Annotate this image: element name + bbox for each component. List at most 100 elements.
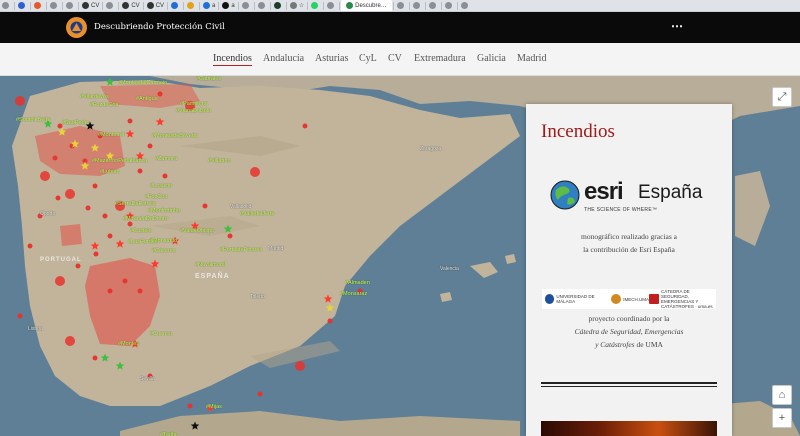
fire-label[interactable]: #FozdeCoa [90, 102, 118, 108]
fire-point[interactable] [302, 123, 308, 129]
browser-tab[interactable] [16, 0, 29, 11]
fire-point[interactable] [55, 276, 65, 286]
fire-point[interactable] [157, 91, 163, 97]
fire-point[interactable] [107, 233, 113, 239]
fire-point[interactable] [15, 96, 25, 106]
fire-point[interactable] [40, 171, 50, 181]
fire-point[interactable] [92, 183, 98, 189]
fire-label[interactable]: #Castelo [130, 228, 152, 234]
fire-label[interactable]: #Monfortinho [148, 208, 180, 214]
nav-item-cv[interactable]: CV [388, 53, 402, 64]
fire-point[interactable] [147, 143, 153, 149]
browser-tab[interactable] [459, 0, 472, 11]
fire-label[interactable]: #FozCoa [145, 194, 167, 200]
fire-label[interactable]: #ValdeObispo [180, 228, 214, 234]
fire-point[interactable] [52, 155, 58, 161]
browser-tab[interactable] [272, 0, 285, 11]
fire-label[interactable]: #PortaldePinares [220, 247, 262, 253]
fire-star-marker[interactable] [325, 303, 335, 312]
fire-star-marker[interactable] [115, 361, 125, 370]
fire-label[interactable]: #Pamplona [180, 101, 208, 107]
fire-label[interactable]: #LasHurdes [128, 239, 158, 245]
nav-item-cyl[interactable]: CyL [359, 53, 377, 64]
nav-item-galicia[interactable]: Galicia [477, 53, 506, 64]
fire-label[interactable]: #Tarifa [160, 432, 177, 436]
fire-label[interactable]: #Mijas [206, 404, 222, 410]
browser-tab[interactable] [443, 0, 456, 11]
fire-label[interactable]: #Soutolt.Beira [16, 117, 51, 123]
more-menu-icon[interactable]: ⋯ [671, 19, 683, 33]
browser-tab[interactable]: CV [80, 0, 101, 11]
fire-star-marker[interactable] [105, 77, 115, 86]
nav-item-madrid[interactable]: Madrid [517, 53, 546, 64]
fire-star-marker[interactable] [80, 161, 90, 170]
fire-label[interactable]: #Zamora [155, 156, 177, 162]
proteccion-civil-logo-icon[interactable] [66, 17, 87, 38]
fire-label[interactable]: #Almaden [345, 280, 370, 286]
browser-tab[interactable] [48, 0, 61, 11]
fire-label[interactable]: #Antigua [136, 96, 158, 102]
fire-label[interactable]: #Cuenca [150, 331, 172, 337]
fire-point[interactable] [202, 203, 208, 209]
fire-point[interactable] [227, 233, 233, 239]
fire-point[interactable] [257, 391, 263, 397]
fire-point[interactable] [92, 355, 98, 361]
fire-star-marker[interactable] [190, 421, 200, 430]
fire-label[interactable]: #Monterrei [98, 132, 124, 138]
browser-tab[interactable] [427, 0, 440, 11]
fire-point[interactable] [75, 263, 81, 269]
browser-tab[interactable]: CV [120, 0, 141, 11]
fire-point[interactable] [107, 288, 113, 294]
nav-item-andalucia[interactable]: Andalucía [263, 53, 304, 64]
fire-point[interactable] [137, 168, 143, 174]
browser-tab[interactable] [256, 0, 269, 11]
expand-map-icon[interactable]: ⤢ [772, 87, 792, 107]
fire-point[interactable] [127, 221, 133, 227]
fire-point[interactable] [55, 195, 61, 201]
fire-star-marker[interactable] [323, 294, 333, 303]
fire-star-marker[interactable] [115, 239, 125, 248]
fire-star-marker[interactable] [155, 117, 165, 126]
fire-label[interactable]: #Vilardevós [80, 94, 109, 100]
fire-point[interactable] [85, 205, 91, 211]
browser-tab[interactable] [395, 0, 408, 11]
fire-label[interactable]: #Monsaraz [340, 291, 367, 297]
nav-item-incendios[interactable]: Incendios [213, 53, 252, 66]
fire-point[interactable] [122, 278, 128, 284]
fire-label[interactable]: #VianaDoBolo [176, 108, 211, 114]
browser-tab[interactable] [325, 0, 338, 11]
fire-point[interactable] [93, 251, 99, 257]
browser-tab[interactable] [185, 0, 198, 11]
browser-tab[interactable] [104, 0, 117, 11]
fire-label[interactable]: #SerraDaEstrela [115, 201, 156, 207]
zoom-in-icon[interactable]: + [772, 408, 792, 428]
fire-photo[interactable] [541, 421, 717, 436]
fire-label[interactable]: #Navalmoral [195, 262, 226, 268]
fire-label[interactable]: #Montes [118, 341, 139, 347]
fire-star-marker[interactable] [100, 353, 110, 362]
browser-tab[interactable] [309, 0, 322, 11]
fire-label[interactable]: #SaoPedro [62, 120, 90, 126]
fire-point[interactable] [137, 288, 143, 294]
home-extent-icon[interactable]: ⌂ [772, 385, 792, 405]
browser-tab[interactable]: CV [145, 0, 166, 11]
fire-point[interactable] [65, 336, 75, 346]
fire-label[interactable]: #MontesdelCarmaio [118, 80, 167, 86]
fire-point[interactable] [27, 243, 33, 249]
fire-point[interactable] [250, 167, 260, 177]
fire-point[interactable] [327, 318, 333, 324]
browser-tab[interactable] [240, 0, 253, 11]
browser-tab[interactable] [0, 0, 13, 11]
fire-label[interactable]: #Losacio [150, 183, 172, 189]
fire-star-marker[interactable] [150, 259, 160, 268]
fire-point[interactable] [17, 313, 23, 319]
fire-label[interactable]: #MontesdeBóveda [152, 133, 198, 139]
fire-star-marker[interactable] [223, 224, 233, 233]
nav-item-extremadura[interactable]: Extremadura [414, 53, 466, 64]
fire-label[interactable]: #ValledelJerte [240, 211, 274, 217]
fire-point[interactable] [102, 213, 108, 219]
fire-star-marker[interactable] [90, 143, 100, 152]
fire-point[interactable] [162, 173, 168, 179]
fire-star-marker[interactable] [57, 127, 67, 136]
browser-tab[interactable]: ☆ [288, 0, 306, 11]
